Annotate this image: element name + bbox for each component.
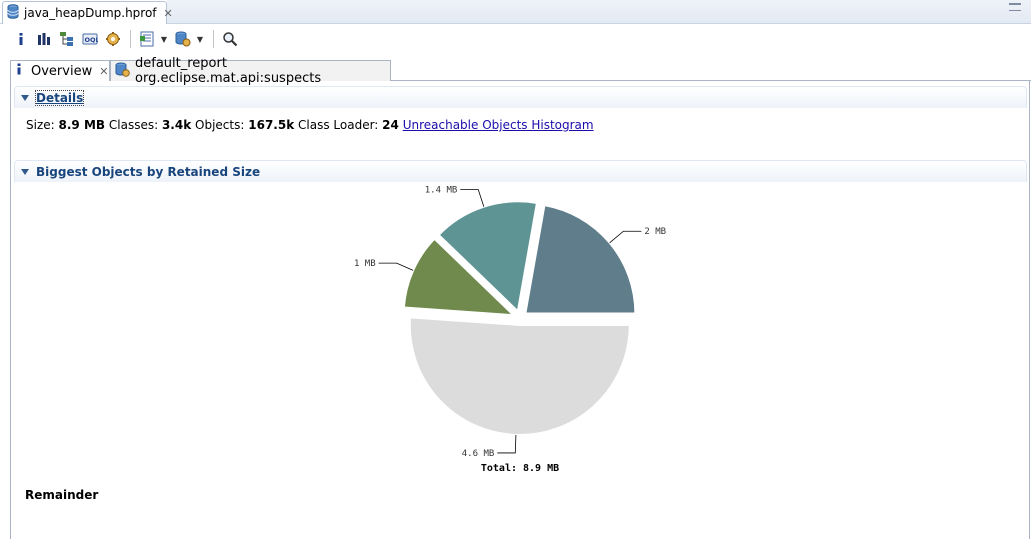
editor-tab-label: java_heapDump.hprof — [24, 6, 157, 20]
tab-overview-label: Overview — [31, 63, 93, 79]
expand-triangle-icon[interactable] — [21, 168, 29, 175]
details-title[interactable]: Details — [34, 89, 85, 106]
class-loader-value: 24 — [382, 118, 399, 132]
oql-icon[interactable]: OQL — [79, 28, 101, 50]
dominator-tree-icon[interactable] — [56, 28, 78, 50]
size-value: 8.9 MB — [58, 118, 106, 132]
class-loader-label: Class Loader: — [298, 118, 379, 132]
classes-value: 3.4k — [161, 118, 192, 132]
pie-slice-label: 2 MB — [644, 227, 666, 237]
run-report-icon[interactable] — [172, 28, 194, 50]
pie-leader-line — [497, 434, 517, 454]
biggest-objects-pie-chart: 2 MB 1.4 MB 1 MB 4.6 MB Total: 8.9 MB — [354, 186, 666, 474]
pie-leader-line — [460, 189, 485, 207]
content-border-left — [10, 81, 11, 539]
chevron-down-icon[interactable]: ▼ — [195, 28, 205, 50]
close-icon[interactable]: ✕ — [99, 65, 108, 78]
editor-tab-heapdump[interactable]: java_heapDump.hprof ✕ — [2, 1, 173, 24]
chevron-down-icon[interactable]: ▼ — [159, 28, 169, 50]
classes-label: Classes: — [108, 118, 159, 132]
content-border-right — [1029, 81, 1030, 539]
biggest-objects-title: Biggest Objects by Retained Size — [36, 164, 261, 179]
details-summary: Size: 8.9 MB Classes: 3.4k Objects: 167.… — [26, 118, 594, 132]
toolbar: OQL ▼ ▼ — [0, 26, 1031, 52]
search-icon[interactable] — [219, 28, 241, 50]
tab-default-report-label: default_report org.eclipse.mat.api:suspe… — [135, 56, 322, 86]
toolbar-separator — [130, 30, 131, 48]
minimize-icon[interactable] — [1009, 3, 1021, 11]
pie-leader-line — [378, 262, 414, 271]
report-icon — [115, 62, 130, 81]
histogram-icon[interactable] — [33, 28, 55, 50]
close-icon[interactable]: ✕ — [164, 7, 173, 20]
query-browser-icon[interactable] — [136, 28, 158, 50]
database-icon — [7, 4, 19, 22]
heap-dump-overview-icon[interactable] — [102, 28, 124, 50]
pie-slice-label: 1.4 MB — [425, 186, 458, 196]
pie-slice-label: 1 MB — [354, 259, 376, 269]
tab-overview[interactable]: Overview ✕ — [10, 60, 110, 81]
pie-leader-line — [609, 230, 642, 244]
svg-text:OQL: OQL — [85, 36, 99, 44]
info-icon — [15, 63, 23, 79]
objects-value: 167.5k — [248, 118, 295, 132]
pie-slice[interactable] — [408, 316, 631, 436]
tab-default-report[interactable]: default_report org.eclipse.mat.api:suspe… — [110, 56, 391, 86]
objects-label: Objects: — [195, 118, 245, 132]
editor-tab-strip: java_heapDump.hprof ✕ — [0, 0, 1031, 24]
pie-total-label: Total: 8.9 MB — [481, 463, 559, 474]
size-label: Size: — [26, 118, 55, 132]
unreachable-objects-histogram-link[interactable]: Unreachable Objects Histogram — [403, 118, 594, 132]
pie-slice-label: 4.6 MB — [462, 449, 495, 459]
biggest-objects-section-header[interactable]: Biggest Objects by Retained Size — [14, 160, 1027, 182]
inner-tab-strip: Overview ✕ default_report org.eclipse.ma… — [10, 56, 1031, 86]
details-section-header[interactable]: Details — [14, 86, 1027, 108]
info-icon[interactable] — [10, 28, 32, 50]
expand-triangle-icon[interactable] — [21, 94, 29, 101]
pie-slice[interactable] — [524, 204, 637, 315]
toolbar-separator — [213, 30, 214, 48]
remainder-heading: Remainder — [25, 488, 99, 502]
